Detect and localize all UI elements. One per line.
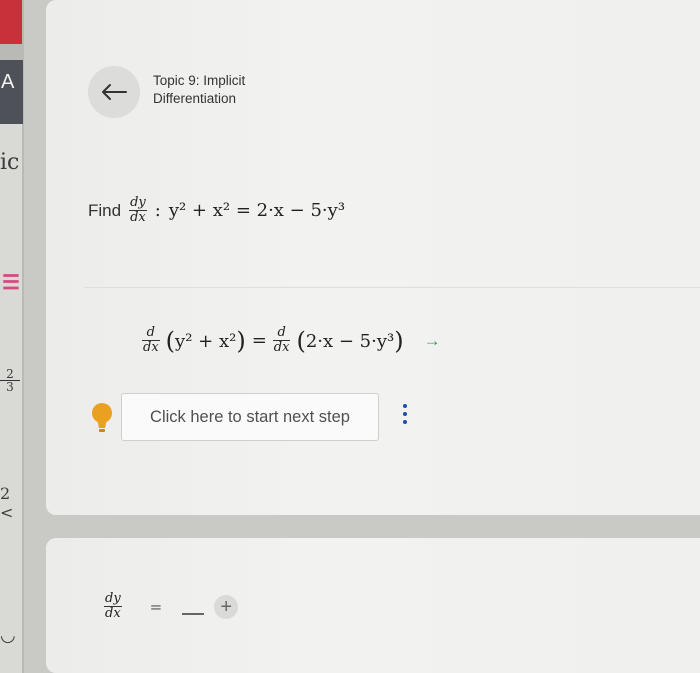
app-sidebar: A ic ☰ 2 3 2 < ◡	[0, 0, 24, 673]
question: Find dy dx : y² + x² = 2·x − 5·y³	[88, 196, 345, 225]
answer-row: dy dx = +	[104, 592, 239, 621]
answer-input[interactable]	[182, 612, 205, 615]
answer-derivative: dy dx	[104, 592, 122, 621]
arrow-left-icon	[102, 84, 127, 100]
step-d-den-right: dx	[273, 340, 290, 355]
step-expression: d dx (y² + x²) = d dx (2·x − 5·y³) →	[142, 326, 441, 355]
sidebar-red-tab	[0, 0, 22, 44]
answer-num: dy	[104, 591, 122, 607]
divider	[84, 287, 700, 288]
dot	[403, 412, 407, 416]
answer-equals: =	[149, 597, 163, 616]
question-separator: :	[154, 200, 161, 221]
sidebar-fraction-den: 3	[6, 380, 14, 393]
question-equation: y² + x² = 2·x − 5·y³	[168, 200, 346, 221]
step-d-num-right: d	[272, 326, 291, 341]
dot	[403, 404, 407, 408]
topic-title: Topic 9: Implicit Differentiation	[153, 73, 246, 106]
find-label: Find	[88, 200, 122, 220]
chevron-left-icon[interactable]: <	[0, 503, 13, 522]
derivative-den: dx	[130, 210, 146, 225]
sidebar-fragment-two: 2 <	[0, 484, 13, 522]
sidebar-fragment-text: ic	[0, 150, 20, 175]
vertical-dots-icon[interactable]	[400, 404, 410, 430]
sidebar-dark-item-text: A	[1, 71, 15, 93]
step-d-right: d dx	[272, 326, 291, 355]
answer-den: dx	[105, 606, 121, 621]
plus-icon[interactable]: +	[214, 594, 239, 619]
step-lhs: (y² + x²)	[165, 326, 246, 355]
sidebar-dark-item[interactable]: A	[0, 60, 23, 124]
sidebar-list	[0, 124, 22, 673]
arrow-right-icon[interactable]: →	[424, 331, 441, 351]
derivative-num: dy	[129, 195, 147, 211]
step-rhs: (2·x − 5·y³)	[296, 326, 404, 355]
step-lhs-inner: y² + x²	[175, 330, 237, 352]
step-rhs-inner: 2·x − 5·y³	[305, 330, 395, 352]
step-equals: =	[251, 330, 267, 351]
dot	[403, 420, 407, 424]
sidebar-fraction: 2 3	[0, 368, 20, 393]
derivative-fraction: dy dx	[129, 196, 147, 225]
step-d-num: d	[142, 326, 160, 341]
step-d-left: d dx	[142, 326, 160, 355]
sidebar-fragment-two-text: 2	[0, 484, 11, 503]
step-d-den: dx	[143, 340, 159, 355]
next-step-button[interactable]: Click here to start next step	[121, 393, 379, 441]
lightbulb-icon[interactable]	[90, 402, 114, 436]
menu-icon[interactable]: ☰	[2, 270, 20, 294]
sidebar-bottom-icon: ◡	[0, 625, 16, 646]
back-button[interactable]	[88, 66, 140, 118]
